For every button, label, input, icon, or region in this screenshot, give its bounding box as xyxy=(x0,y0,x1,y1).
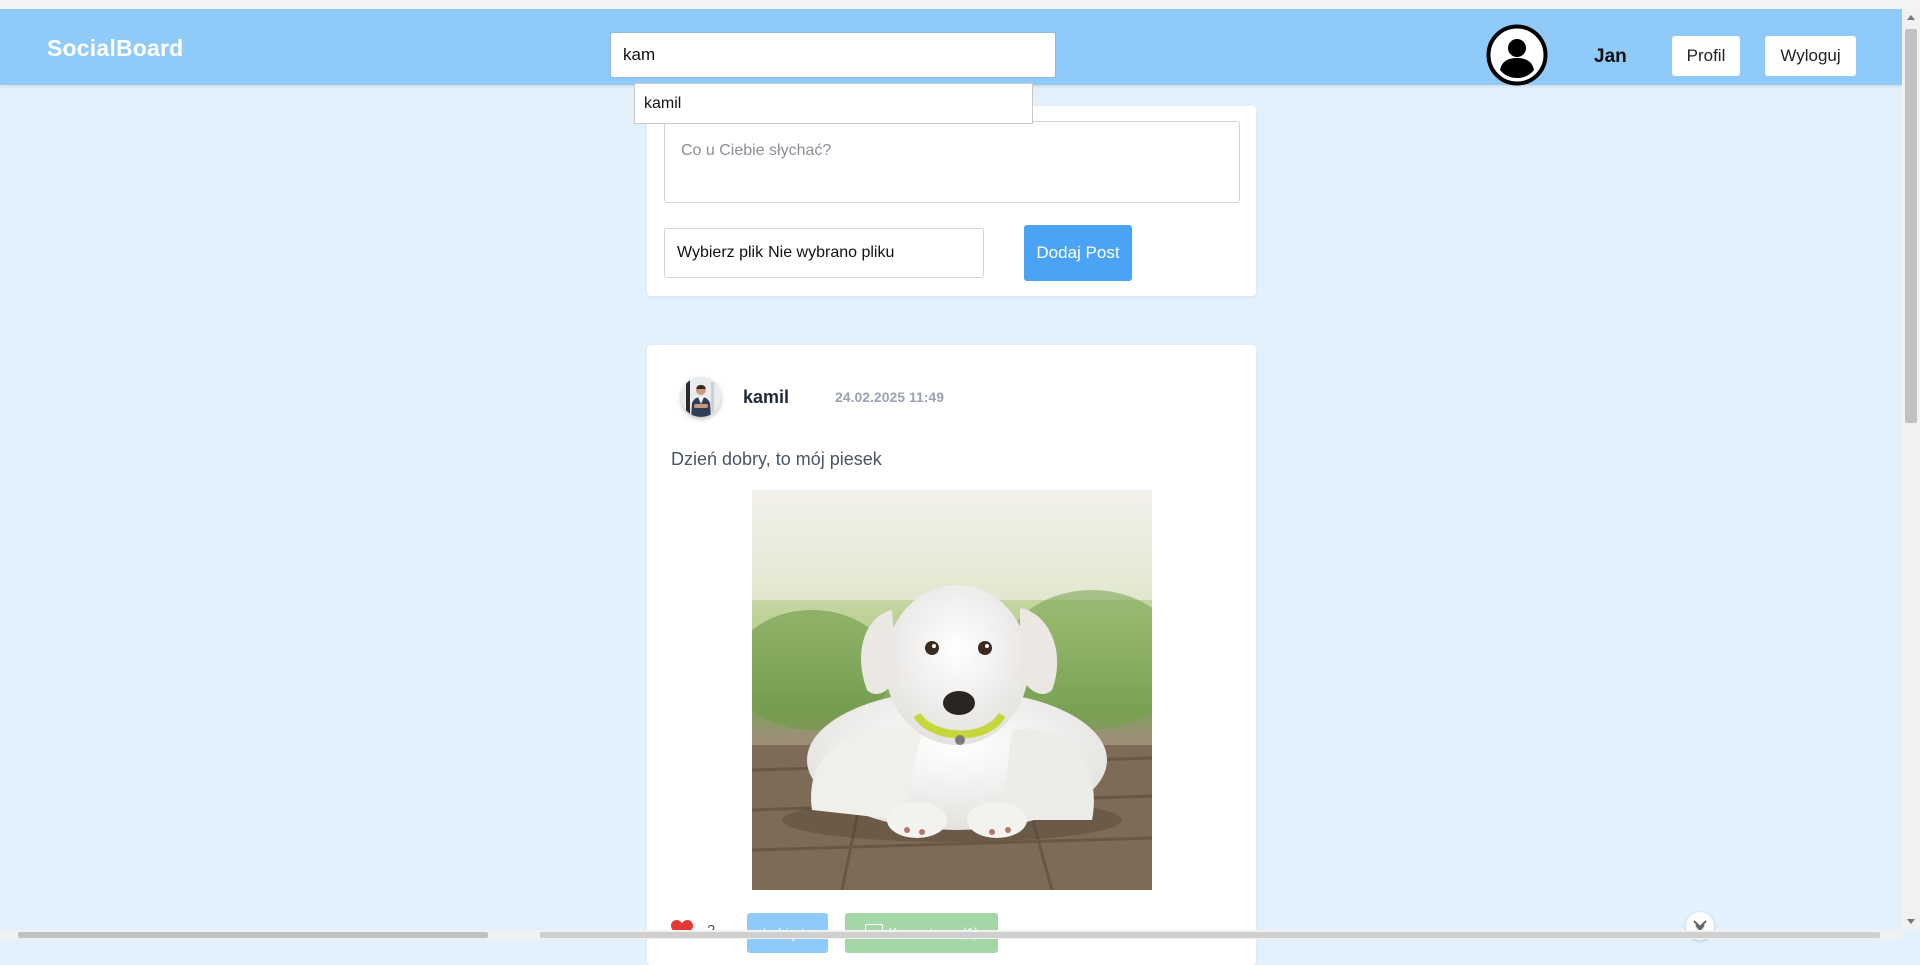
search-suggestion-item[interactable]: kamil xyxy=(635,95,1032,113)
add-post-button[interactable]: Dodaj Post xyxy=(1024,225,1132,281)
user-avatar-icon[interactable] xyxy=(1486,24,1548,86)
puppy-photo xyxy=(752,490,1152,890)
author-photo-icon xyxy=(681,377,721,417)
navbar: SocialBoard Jan Profil Wyloguj xyxy=(0,9,1902,86)
vertical-scrollbar[interactable] xyxy=(1902,9,1920,930)
vertical-scroll-thumb[interactable] xyxy=(1905,29,1917,423)
app-logo[interactable]: SocialBoard xyxy=(47,35,183,62)
post-composer: Wybierz plik Nie wybrano pliku Dodaj Pos… xyxy=(647,106,1256,296)
search-input[interactable] xyxy=(610,32,1056,78)
post-textarea[interactable] xyxy=(664,121,1240,203)
post-author[interactable]: kamil xyxy=(743,387,789,408)
choose-file-button[interactable]: Wybierz plik xyxy=(677,244,763,262)
scroll-down-arrow-icon[interactable] xyxy=(1907,919,1915,924)
horizontal-scrollbar[interactable] xyxy=(0,930,1902,939)
post-timestamp: 24.02.2025 11:49 xyxy=(835,389,944,405)
profile-button[interactable]: Profil xyxy=(1672,36,1740,76)
browser-top-strip xyxy=(0,0,1920,9)
search-suggestions: kamil xyxy=(634,83,1033,124)
post-card: kamil 24.02.2025 11:49 Dzień dobry, to m… xyxy=(647,345,1256,965)
file-input[interactable]: Wybierz plik Nie wybrano pliku xyxy=(664,228,984,278)
scroll-up-arrow-icon[interactable] xyxy=(1907,15,1915,20)
logout-button[interactable]: Wyloguj xyxy=(1765,36,1856,76)
post-text: Dzień dobry, to mój piesek xyxy=(671,449,882,469)
horizontal-scroll-track-segment xyxy=(540,932,1880,938)
horizontal-scroll-thumb[interactable] xyxy=(18,932,488,938)
author-avatar[interactable] xyxy=(681,377,721,417)
file-status-text: Nie wybrano pliku xyxy=(768,244,895,261)
current-user-name: Jan xyxy=(1594,46,1627,67)
post-image xyxy=(752,490,1152,890)
